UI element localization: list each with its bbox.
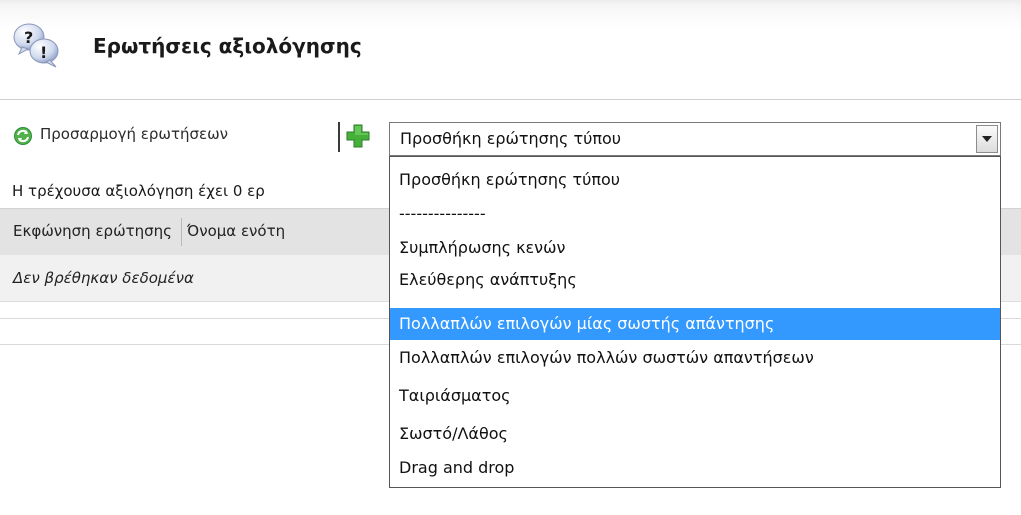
column-header-unit-name[interactable]: Όνομα ενότη [187, 222, 285, 240]
header-divider [0, 99, 1021, 100]
dropdown-option-highlighted[interactable]: Πολλαπλών επιλογών μίας σωστής απάντησης [390, 308, 1000, 340]
question-type-dropdown-list[interactable]: Προσθήκη ερώτησης τύπου --------------- … [389, 156, 1001, 488]
column-header-question-text[interactable]: Εκφώνηση ερώτησης [13, 222, 172, 240]
question-type-selected-value: Προσθήκη ερώτησης τύπου [400, 129, 622, 148]
dropdown-option[interactable]: Σωστό/Λάθος [390, 418, 1000, 450]
dropdown-option[interactable]: Drag and drop [390, 452, 1000, 484]
dropdown-option[interactable]: Προσθήκη ερώτησης τύπου [390, 164, 1000, 196]
recycle-refresh-icon[interactable] [13, 126, 33, 146]
dropdown-option[interactable]: Συμπλήρωσης κενών [390, 232, 1000, 264]
dropdown-option-separator[interactable]: --------------- [390, 198, 1000, 230]
assessment-info-text: Η τρέχουσα αξιολόγηση έχει 0 ερ [12, 182, 265, 200]
page-title: Ερωτήσεις αξιολόγησης [93, 34, 362, 58]
chevron-down-icon [982, 136, 992, 142]
toolbar-separator [338, 122, 340, 152]
column-separator [181, 218, 182, 246]
dropdown-arrow-button[interactable] [976, 125, 998, 153]
help-question-bubbles-icon: ? ! [13, 23, 59, 68]
page-header: ? ! Ερωτήσεις αξιολόγησης [0, 0, 1021, 100]
question-type-select[interactable]: Προσθήκη ερώτησης τύπου [389, 122, 1001, 156]
dropdown-option[interactable]: Ελεύθερης ανάπτυξης [390, 264, 1000, 296]
no-data-message: Δεν βρέθηκαν δεδομένα [13, 269, 194, 287]
dropdown-option[interactable]: Ταιριάσματος [390, 380, 1000, 412]
dropdown-option[interactable]: Πολλαπλών επιλογών πολλών σωστών απαντήσ… [390, 342, 1000, 374]
customize-questions-link[interactable]: Προσαρμογή ερωτήσεων [40, 125, 228, 143]
svg-text:!: ! [40, 43, 47, 62]
green-plus-icon[interactable] [346, 124, 370, 148]
